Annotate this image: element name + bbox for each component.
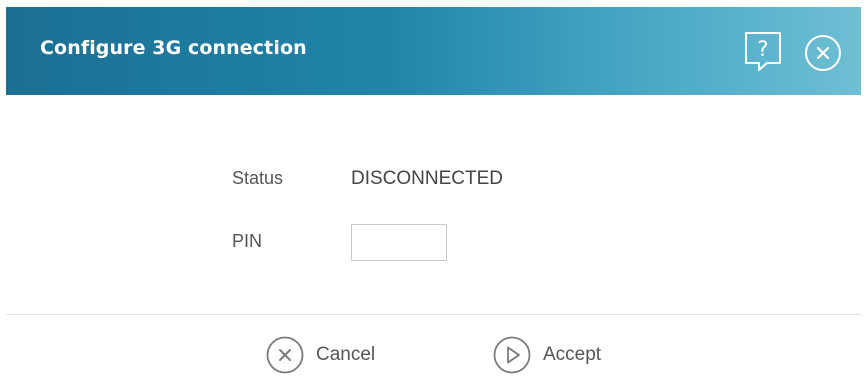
- status-value: DISCONNECTED: [351, 168, 504, 189]
- dialog-title: Configure 3G connection: [40, 37, 307, 59]
- pin-input[interactable]: [351, 224, 447, 261]
- cancel-label: Cancel: [316, 344, 376, 365]
- close-icon[interactable]: [804, 34, 842, 72]
- svg-text:?: ?: [757, 37, 768, 61]
- help-icon[interactable]: ?: [743, 30, 783, 74]
- cancel-button[interactable]: Cancel: [265, 333, 375, 377]
- play-circle-icon: [493, 336, 531, 374]
- accept-label: Accept: [543, 344, 602, 365]
- pin-label: PIN: [232, 231, 263, 251]
- status-label: Status: [232, 168, 284, 188]
- configure-3g-dialog: Configure 3G connection ? Status DISCONN…: [0, 0, 867, 378]
- accept-button[interactable]: Accept: [492, 333, 601, 377]
- dialog-header: Configure 3G connection ?: [6, 7, 861, 95]
- footer-divider: [6, 314, 861, 315]
- cancel-circle-icon: [266, 336, 304, 374]
